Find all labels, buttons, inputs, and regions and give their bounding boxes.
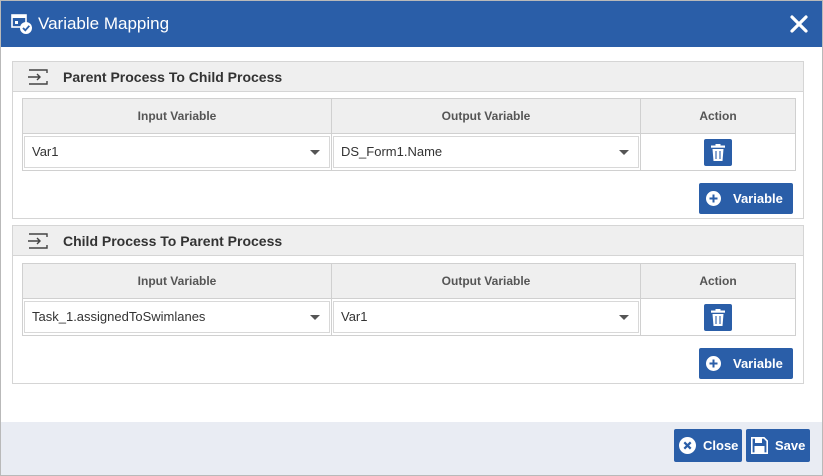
section-parent-to-child: Parent Process To Child Process Input Va… — [12, 61, 804, 219]
output-variable-value: Var1 — [341, 309, 368, 324]
table-header-row: Input Variable Output Variable Action — [22, 263, 796, 299]
input-cell: Var1 — [22, 133, 332, 171]
mapping-table: Input Variable Output Variable Action Ta… — [22, 263, 796, 336]
column-header-input: Input Variable — [22, 98, 332, 134]
table-row: Var1 DS_Form1.Name — [22, 133, 796, 171]
add-variable-button[interactable]: Variable — [699, 348, 793, 379]
dialog-title: Variable Mapping — [38, 14, 170, 33]
action-cell — [640, 298, 796, 336]
save-button[interactable]: Save — [746, 429, 810, 462]
chevron-down-icon — [619, 315, 629, 320]
delete-row-button[interactable] — [704, 303, 732, 331]
mapping-check-icon — [11, 13, 33, 35]
column-header-output: Output Variable — [331, 98, 641, 134]
output-variable-value: DS_Form1.Name — [341, 144, 443, 159]
delete-row-button[interactable] — [704, 138, 732, 166]
output-cell: Var1 — [331, 298, 641, 336]
section-child-to-parent: Child Process To Parent Process Input Va… — [12, 225, 804, 384]
close-circle-icon — [679, 437, 696, 459]
output-cell: DS_Form1.Name — [331, 133, 641, 171]
input-arrow-icon — [27, 69, 49, 85]
input-arrow-icon — [27, 233, 49, 249]
chevron-down-icon — [310, 150, 320, 155]
input-cell: Task_1.assignedToSwimlanes — [22, 298, 332, 336]
add-variable-label: Variable — [733, 191, 783, 206]
table-header-row: Input Variable Output Variable Action — [22, 98, 796, 134]
column-header-action: Action — [640, 263, 796, 299]
column-header-input: Input Variable — [22, 263, 332, 299]
plus-circle-icon — [706, 356, 721, 371]
dialog-footer: Close Save — [1, 422, 822, 475]
input-variable-value: Task_1.assignedToSwimlanes — [32, 309, 206, 324]
close-icon[interactable] — [787, 12, 811, 36]
section-header: Child Process To Parent Process — [13, 226, 803, 256]
mapping-table: Input Variable Output Variable Action Va… — [22, 98, 796, 171]
section-header: Parent Process To Child Process — [13, 62, 803, 92]
output-variable-select[interactable]: Var1 — [333, 301, 639, 333]
chevron-down-icon — [619, 150, 629, 155]
output-variable-select[interactable]: DS_Form1.Name — [333, 136, 639, 168]
chevron-down-icon — [310, 315, 320, 320]
close-button-label: Close — [703, 438, 739, 453]
input-variable-select[interactable]: Var1 — [24, 136, 330, 168]
plus-circle-icon — [706, 191, 721, 206]
column-header-output: Output Variable — [331, 263, 641, 299]
section-title: Child Process To Parent Process — [63, 233, 283, 249]
table-row: Task_1.assignedToSwimlanes Var1 — [22, 298, 796, 336]
save-button-label: Save — [775, 438, 806, 453]
add-variable-button[interactable]: Variable — [699, 183, 793, 214]
action-cell — [640, 133, 796, 171]
section-title: Parent Process To Child Process — [63, 69, 283, 85]
column-header-action: Action — [640, 98, 796, 134]
add-variable-label: Variable — [733, 356, 783, 371]
input-variable-value: Var1 — [32, 144, 59, 159]
floppy-disk-icon — [751, 437, 768, 459]
input-variable-select[interactable]: Task_1.assignedToSwimlanes — [24, 301, 330, 333]
dialog-titlebar: Variable Mapping — [1, 1, 822, 47]
close-button[interactable]: Close — [674, 429, 742, 462]
trash-icon — [711, 308, 725, 326]
variable-mapping-dialog: Variable Mapping Parent Process To Child… — [0, 0, 823, 476]
trash-icon — [711, 143, 725, 161]
